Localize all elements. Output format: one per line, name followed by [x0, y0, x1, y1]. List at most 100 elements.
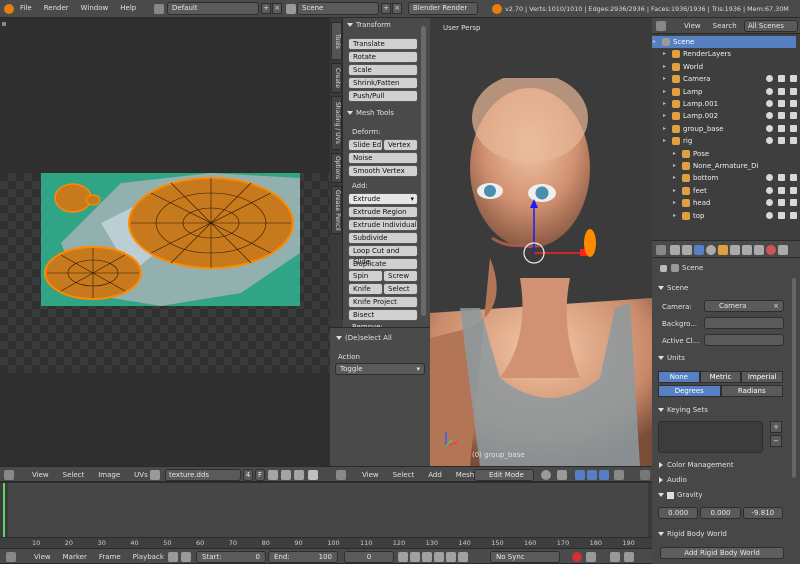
uv-menu-image[interactable]: Image — [98, 471, 120, 479]
uv-image-editor[interactable] — [0, 18, 330, 466]
uv-texture-image[interactable] — [41, 173, 300, 306]
keying-sets-list[interactable] — [658, 421, 763, 453]
world-tab-icon[interactable] — [706, 245, 716, 255]
editor-type-icon[interactable] — [336, 470, 346, 480]
next-keyframe-icon[interactable] — [446, 552, 456, 562]
delete-keyframe-icon[interactable] — [624, 552, 634, 562]
uv-island-small[interactable] — [54, 183, 92, 213]
uv-menu-select[interactable]: Select — [63, 471, 85, 479]
gravity-z-field[interactable]: -9.810 — [742, 507, 783, 519]
audio-header[interactable]: Audio — [658, 476, 687, 484]
pivot-point-icon[interactable] — [557, 470, 567, 480]
outliner-item[interactable]: ▸ head — [652, 197, 797, 209]
editor-corner-icon[interactable] — [2, 22, 6, 26]
expand-toggle-icon[interactable]: ▸ — [673, 160, 676, 172]
unit-system-none[interactable]: None — [658, 371, 700, 383]
end-frame-field[interactable]: End: 100 — [268, 551, 338, 563]
manipulator-translate-icon[interactable] — [575, 470, 585, 480]
smooth-vertex-button[interactable]: Smooth Vertex — [348, 165, 418, 177]
render-tab-icon[interactable] — [670, 245, 680, 255]
active-clip-field[interactable] — [704, 334, 784, 346]
prev-keyframe-icon[interactable] — [410, 552, 420, 562]
current-frame-line[interactable] — [3, 483, 5, 537]
menu-render[interactable]: Render — [44, 4, 69, 12]
render-camera-icon[interactable] — [790, 199, 797, 207]
expand-toggle-icon[interactable]: ▸ — [663, 123, 666, 135]
screen-layout-selector[interactable]: Default — [167, 2, 259, 15]
visibility-eye-icon[interactable] — [766, 100, 773, 107]
open-image-icon[interactable] — [281, 470, 291, 480]
editor-type-icon[interactable] — [4, 470, 14, 480]
background-field[interactable] — [704, 317, 784, 329]
play-icon[interactable] — [434, 552, 444, 562]
pin-icon[interactable] — [660, 264, 667, 272]
menu-file[interactable]: File — [20, 4, 32, 12]
manipulator-rotate-icon[interactable] — [587, 470, 597, 480]
gravity-x-field[interactable]: 0.000 — [658, 507, 699, 519]
slide-edge-button[interactable]: Slide Ed — [348, 139, 383, 151]
render-camera-icon[interactable] — [790, 112, 797, 120]
constraints-tab-icon[interactable] — [730, 245, 740, 255]
outliner-item[interactable]: ▸ feet — [652, 185, 797, 197]
start-frame-field[interactable]: Start: 0 — [196, 551, 266, 563]
mesh-tools-header[interactable]: Mesh Tools — [347, 109, 394, 117]
menu-window[interactable]: Window — [81, 4, 109, 12]
gravity-header[interactable]: Gravity — [658, 491, 703, 499]
insert-keyframe-icon[interactable] — [610, 552, 620, 562]
outliner-item[interactable]: ▸ Camera — [652, 73, 797, 85]
select-cursor-icon[interactable] — [778, 211, 785, 219]
modifiers-tab-icon[interactable] — [742, 245, 752, 255]
transform-push-pull-button[interactable]: Push/Pull — [348, 90, 418, 102]
expand-toggle-icon[interactable]: ▸ — [663, 48, 666, 60]
action-selector[interactable]: Toggle ▾ — [335, 363, 425, 375]
visibility-eye-icon[interactable] — [766, 87, 773, 95]
viewport-menu-mesh[interactable]: Mesh — [456, 471, 474, 479]
jump-end-icon[interactable] — [458, 552, 468, 562]
spin-button[interactable]: Spin — [348, 270, 383, 282]
unit-system-metric[interactable]: Metric — [699, 371, 742, 383]
menu-help[interactable]: Help — [120, 4, 136, 12]
uv-island-tiny[interactable] — [85, 194, 101, 206]
select-cursor-icon[interactable] — [778, 100, 785, 107]
render-camera-icon[interactable] — [790, 124, 797, 132]
camera-field[interactable]: Camera × — [704, 300, 784, 312]
select-cursor-icon[interactable] — [778, 174, 785, 182]
outliner-item[interactable]: ▸ Lamp.002 — [652, 110, 797, 122]
visibility-eye-icon[interactable] — [766, 174, 773, 182]
remove-keying-set-icon[interactable]: − — [770, 435, 782, 447]
expand-toggle-icon[interactable]: ▸ — [663, 98, 666, 110]
add-keying-set-icon[interactable]: + — [770, 421, 782, 433]
render-engine-selector[interactable]: Blender Render — [408, 2, 478, 15]
expand-toggle-icon[interactable]: ▸ — [653, 36, 656, 48]
scene-panel-header[interactable]: Scene — [658, 284, 688, 292]
manipulator-scale-icon[interactable] — [599, 470, 609, 480]
timeline-menu-playback[interactable]: Playback — [133, 553, 164, 561]
outliner-item[interactable]: ▸ Pose — [652, 148, 796, 160]
select-cursor-icon[interactable] — [778, 137, 785, 145]
expand-toggle-icon[interactable]: ▸ — [663, 110, 666, 122]
uv-menu-view[interactable]: View — [32, 471, 49, 479]
rotation-unit-radians[interactable]: Radians — [720, 385, 783, 397]
current-frame-field[interactable]: 0 — [344, 551, 394, 563]
duplicate-button[interactable]: Duplicate — [348, 258, 418, 270]
transform-rotate-button[interactable]: Rotate — [348, 51, 418, 63]
expand-toggle-icon[interactable]: ▸ — [663, 86, 666, 98]
data-tab-icon[interactable] — [754, 245, 764, 255]
render-camera-icon[interactable] — [790, 75, 797, 83]
tool-tab-grease-pencil[interactable]: Grease Pencil — [331, 186, 342, 234]
screw-button[interactable]: Screw — [383, 270, 418, 282]
noise-button[interactable]: Noise — [348, 152, 418, 164]
units-panel-header[interactable]: Units — [658, 354, 685, 362]
play-reverse-icon[interactable] — [422, 552, 432, 562]
keying-sets-header[interactable]: Keying Sets — [658, 406, 708, 414]
tool-tab-create[interactable]: Create — [331, 63, 342, 93]
transform-scale-button[interactable]: Scale — [348, 64, 418, 76]
expand-toggle-icon[interactable]: ▸ — [673, 185, 676, 197]
visibility-eye-icon[interactable] — [766, 75, 773, 83]
transform-translate-button[interactable]: Translate — [348, 38, 418, 50]
timeline-menu-frame[interactable]: Frame — [99, 553, 121, 561]
texture-tab-icon[interactable] — [778, 245, 788, 255]
outliner-item[interactable]: ▸ World — [652, 61, 796, 73]
outliner-item[interactable]: ▸ RenderLayers — [652, 48, 796, 60]
viewport-menu-view[interactable]: View — [362, 471, 379, 479]
